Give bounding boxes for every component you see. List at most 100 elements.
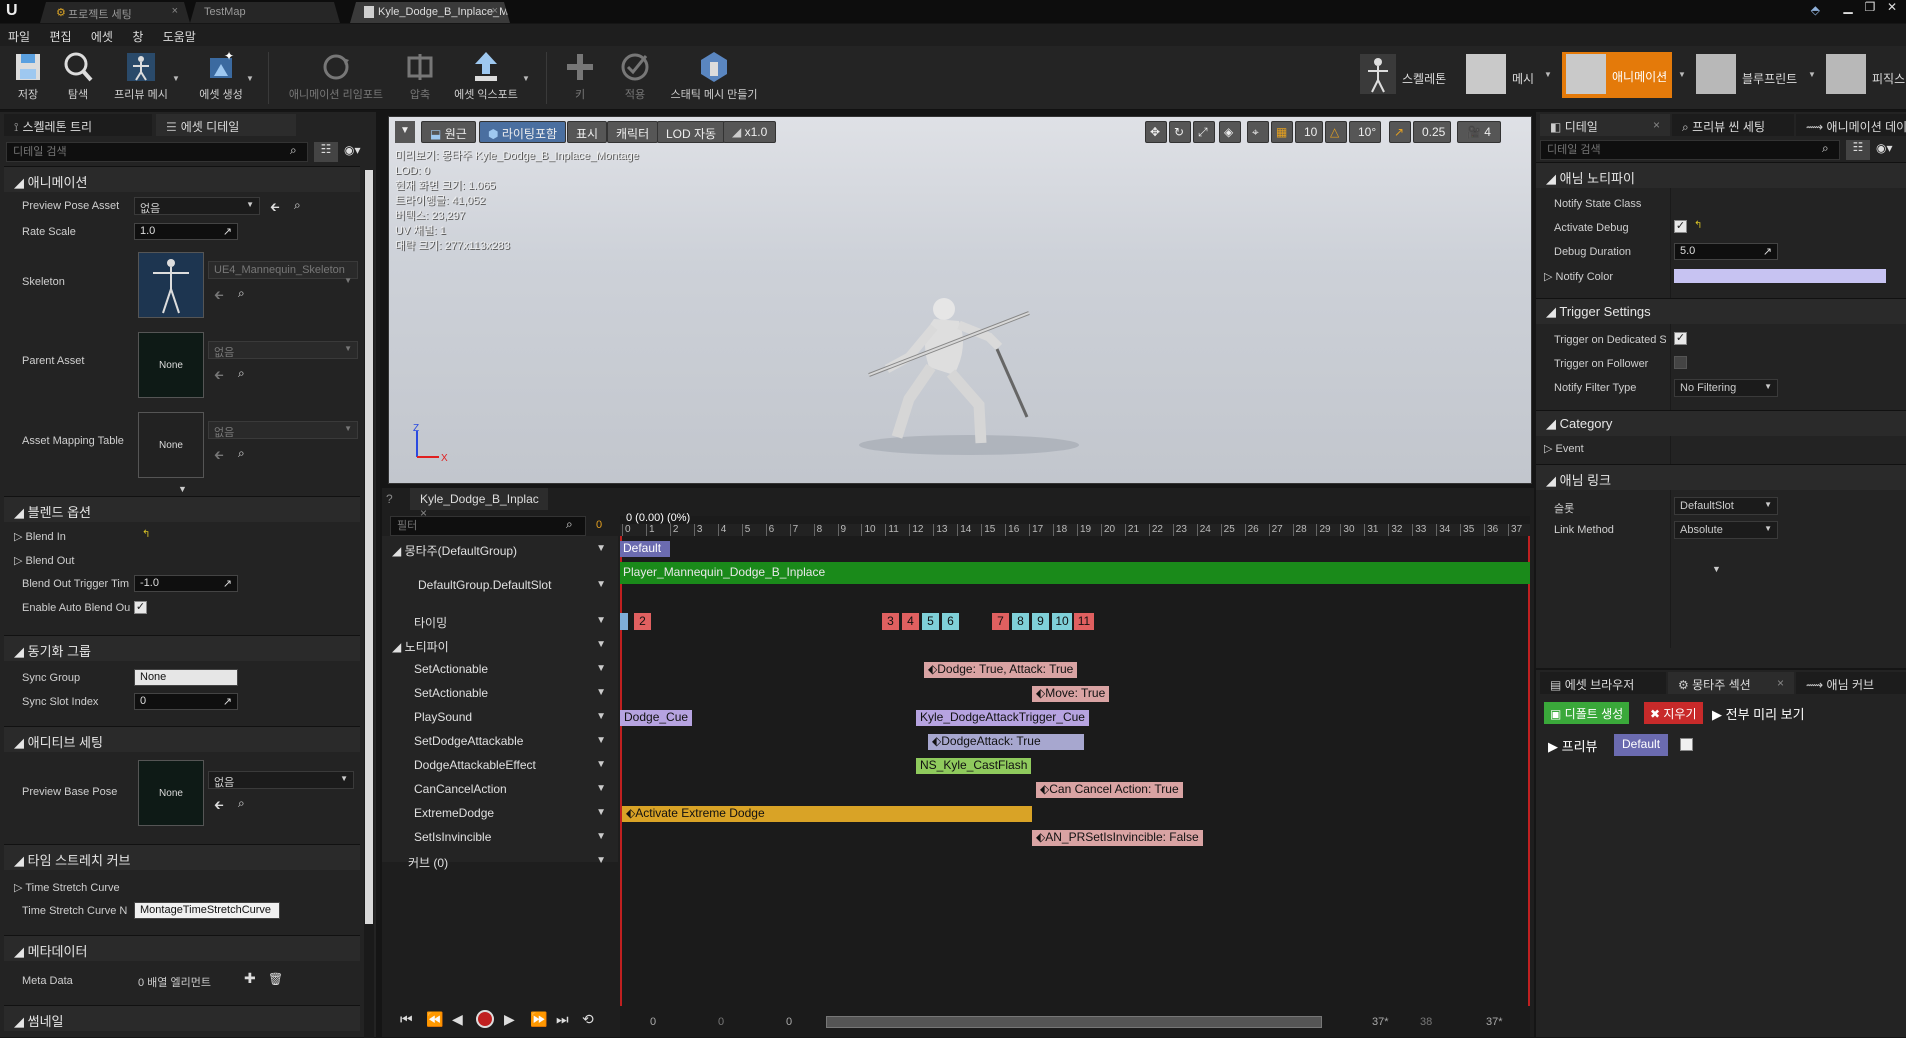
arrow-left-icon[interactable]: 🡰 [270,198,280,219]
view-options-icon[interactable]: ☷ [1846,140,1870,160]
scale-snap-icon[interactable]: ↗ [1389,121,1411,143]
track-play-sound[interactable]: PlaySound ▼ [378,710,618,724]
section-time-stretch[interactable]: ◢ 타임 스트레치 커브 [4,844,360,870]
search-icon[interactable]: ⌕ [294,198,301,213]
notify-dodge-attack-trigger-cue[interactable]: Kyle_DodgeAttackTrigger_Cue [916,710,1089,726]
playhead[interactable] [620,536,622,1006]
scale-snap-value[interactable]: 0.25 [1413,121,1451,143]
apply-button[interactable]: 적용 [612,48,658,108]
expand-arrow-icon[interactable]: ▼ [1712,564,1721,574]
mesh-mode-icon[interactable] [1466,54,1506,94]
notify-move[interactable]: ⬖Move: True [1032,686,1110,702]
preview-base-pose-dropdown[interactable]: 없음 ▼ [208,771,354,789]
track-timing[interactable]: 타이밍 ▼ [378,614,618,631]
preview-base-pose-thumbnail[interactable]: None [138,760,204,826]
section-thumbnail[interactable]: ◢ 썸네일 [4,1005,360,1031]
rotate-icon[interactable]: ↻ [1169,121,1191,143]
help-icon[interactable]: ? [386,492,393,506]
notification-icon[interactable]: ⬘ [1811,3,1820,17]
rotate-snap-value[interactable]: 10° [1349,121,1381,143]
tab-details[interactable]: ◧ 디테일 × [1540,114,1670,136]
step-back-icon[interactable]: ⏪ [426,1011,443,1028]
physics-mode-icon[interactable] [1826,54,1866,94]
save-button[interactable]: 저장 [8,48,48,108]
scrollbar-thumb[interactable] [365,170,373,924]
auto-blend-checkbox[interactable]: ✓ [134,601,147,614]
grid-snap-icon[interactable]: ▦ [1271,121,1293,143]
compress-button[interactable]: 압축 [398,48,442,108]
timing-marker[interactable]: 8 [1012,613,1029,630]
chevron-down-icon[interactable]: ▼ [172,74,180,83]
viewport-menu-button[interactable]: ▼ [395,121,415,143]
minimize-button[interactable]: ▁ [1840,0,1856,16]
timing-marker[interactable]: 1 [620,613,628,630]
browse-button[interactable]: 탐색 [58,48,98,108]
create-default-button[interactable]: ▣ 디폴트 생성 [1544,702,1630,724]
tab-anim-curves[interactable]: ⟿ 애님 커브 [1796,672,1906,694]
chevron-down-icon[interactable]: ▼ [1808,70,1816,79]
parent-asset-thumbnail[interactable]: None [138,332,204,398]
blueprint-mode-label[interactable]: 블루프린트 [1742,70,1797,87]
section-anim-notify[interactable]: ◢ 애님 노티파이 [1536,162,1906,188]
arrow-left-icon[interactable]: 🡰 [214,796,224,817]
reset-icon[interactable]: ↰ [1694,220,1702,231]
search-icon[interactable]: ⌕ [238,446,245,461]
notify-cast-flash[interactable]: NS_Kyle_CastFlash [916,758,1032,774]
timing-marker[interactable]: 11 [1074,613,1094,630]
default-section-checkbox[interactable] [1680,738,1693,751]
preview-mesh-button[interactable]: 프리뷰 메시 [108,48,174,108]
search-icon[interactable]: ⌕ [238,286,245,301]
chevron-down-icon[interactable]: ▼ [522,74,530,83]
tab-preview-scene[interactable]: ⌕ 프리뷰 씬 세팅 [1672,114,1794,136]
timeline-area[interactable] [620,516,1530,1006]
tab-montage-sections[interactable]: ⚙ 몽타주 섹션 × [1668,672,1794,694]
loop-icon[interactable]: ⟲ [582,1011,594,1028]
slot-dropdown[interactable]: DefaultSlot ▼ [1674,497,1778,515]
track-set-dodge-attackable[interactable]: SetDodgeAttackable ▼ [378,734,618,748]
notify-dodge-attack[interactable]: ⬖Dodge: True, Attack: True [924,662,1078,678]
track-notify-group[interactable]: ◢ 노티파이 ▼ [378,638,618,655]
character-button[interactable]: 캐릭터 [607,121,659,143]
track-curves[interactable]: 커브 (0) ▼ [378,854,618,871]
timing-marker[interactable]: 6 [942,613,959,630]
track-set-is-invincible[interactable]: SetIsInvincible ▼ [378,830,618,844]
eye-icon[interactable]: ◉▾ [344,143,361,157]
key-button[interactable]: 키 [562,48,598,108]
trigger-follower-checkbox[interactable] [1674,356,1687,369]
default-section-chip[interactable]: Default [1614,734,1669,756]
time-stretch-curve-name-input[interactable]: MontageTimeStretchCurve [134,902,280,919]
preview-all-button[interactable]: ▶ 전부 미리 보기 [1712,704,1805,723]
section-blend-options[interactable]: ◢ 블렌드 옵션 [4,496,360,522]
viewport[interactable]: ▼ ⬓ 원근 ⬢ 라이팅포함 표시 캐릭터 LOD 자동 ◢ x1.0 ✥ ↻ … [388,116,1532,484]
link-method-dropdown[interactable]: Absolute ▼ [1674,521,1778,539]
section-sync-group[interactable]: ◢ 동기화 그룹 [4,635,360,661]
section-anim-link[interactable]: ◢ 애님 링크 [1536,464,1906,490]
export-asset-button[interactable]: 에셋 익스포트 [448,48,524,108]
close-window-button[interactable]: ✕ [1884,0,1900,16]
section-additive[interactable]: ◢ 애디티브 세팅 [4,726,360,752]
preview-pose-asset-dropdown[interactable]: 없음 ▼ [134,197,260,215]
close-icon[interactable]: × [492,5,498,17]
clear-button[interactable]: ✖ 지우기 [1644,702,1703,724]
timing-marker[interactable]: 5 [922,613,939,630]
close-icon[interactable]: × [1653,118,1660,132]
notify-set-invincible[interactable]: ⬖AN_PRSetIsInvincible: False [1032,830,1203,846]
trash-icon[interactable]: 🗑 [268,972,283,986]
skeleton-thumbnail[interactable] [138,252,204,318]
notify-extreme-dodge[interactable]: ⬖Activate Extreme Dodge [622,806,1032,822]
surface-snap-icon[interactable]: ⌖ [1247,121,1269,143]
timeline-ruler[interactable]: 0 1 2 3 4 5 6 7 8 9 10 11 12 13 14 15 16 17 18 19 20 21 22 23 24… [620,524,1530,536]
lit-button[interactable]: ⬢ 라이팅포함 [479,121,567,143]
mesh-mode-label[interactable]: 메시 [1512,70,1534,87]
track-set-actionable-1[interactable]: SetActionable ▼ [378,662,618,676]
parent-asset-dropdown[interactable]: 없음 ▼ [208,341,358,359]
search-icon[interactable]: ⌕ [238,796,245,811]
tab-asset-browser[interactable]: ▤ 에셋 브라우저 [1540,672,1666,694]
timing-marker[interactable]: 7 [992,613,1009,630]
grid-snap-value[interactable]: 10 [1295,121,1323,143]
chevron-down-icon[interactable]: ▼ [1544,70,1552,79]
world-local-icon[interactable]: ◈ [1219,121,1241,143]
section-animation[interactable]: ◢ 애니메이션 [4,166,360,192]
asset-mapping-dropdown[interactable]: 없음 ▼ [208,421,358,439]
tab-montage-asset[interactable]: Kyle_Dodge_B_Inplac × [410,488,548,520]
